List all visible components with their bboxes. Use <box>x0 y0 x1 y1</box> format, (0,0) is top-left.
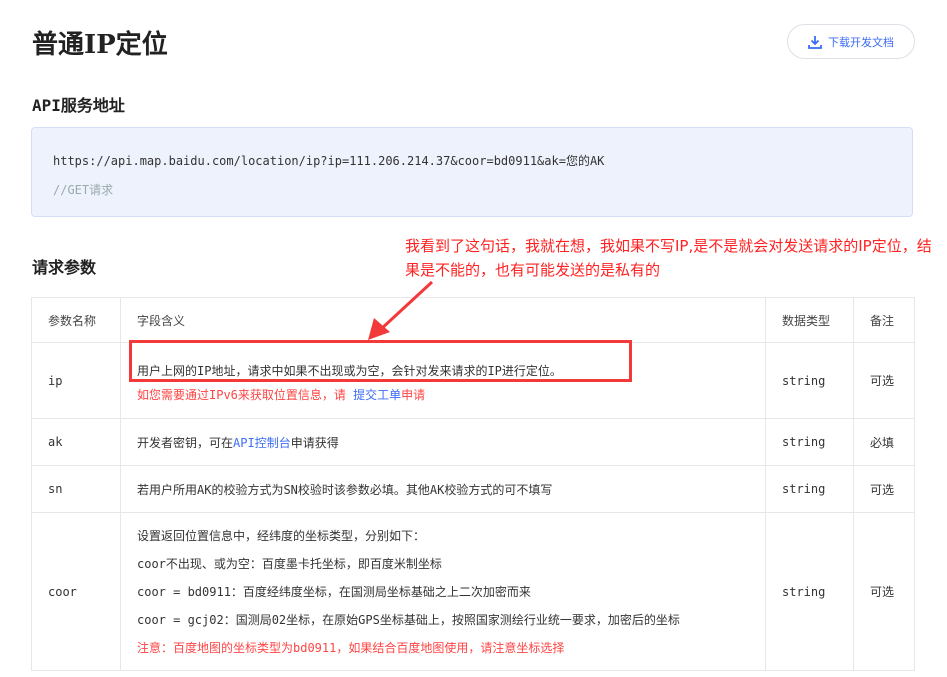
annotation-arrow-icon <box>368 280 434 340</box>
